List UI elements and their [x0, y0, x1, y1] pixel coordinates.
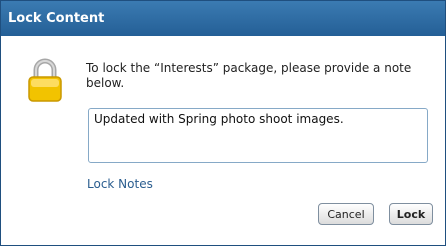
lock-instructions: To lock the “Interests” package, please … — [86, 61, 412, 90]
dialog-titlebar: Lock Content — [1, 1, 445, 36]
padlock-icon — [28, 58, 62, 102]
lock-notes-link[interactable]: Lock Notes — [87, 177, 153, 191]
lock-note-input[interactable]: Updated with Spring photo shoot images. — [88, 108, 428, 163]
lock-button[interactable]: Lock — [389, 203, 433, 225]
dialog-title: Lock Content — [8, 11, 105, 26]
cancel-button[interactable]: Cancel — [318, 203, 374, 225]
lock-content-dialog: Lock Content To lock the “Interests” pac… — [0, 0, 446, 246]
